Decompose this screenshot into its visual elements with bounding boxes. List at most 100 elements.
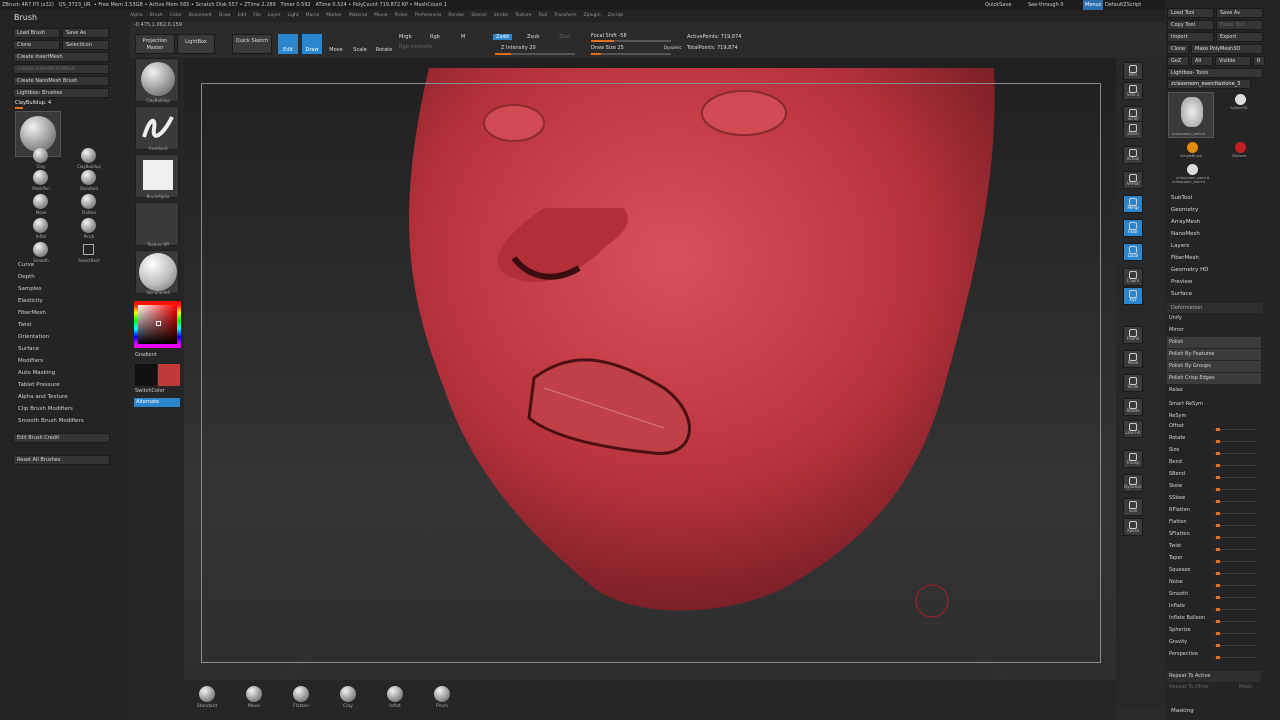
shelf-dynamic[interactable]: Dynamic <box>1123 474 1143 492</box>
draw-size-slider[interactable]: Draw Size 25 <box>591 45 624 51</box>
menu-render[interactable]: Render <box>448 13 464 18</box>
slider-knob[interactable] <box>1216 620 1220 623</box>
deform-slider-twist[interactable]: Twist <box>1167 541 1261 552</box>
menu-zplugin[interactable]: Zplugin <box>584 13 601 18</box>
dynamic-button[interactable]: Dynamic <box>664 45 682 50</box>
draw-size-track[interactable] <box>591 53 671 55</box>
section-depth[interactable]: Depth <box>18 274 35 280</box>
texture-tile[interactable]: Texture Off <box>135 202 179 247</box>
rgb-intensity-slider[interactable]: Rgb Intensity <box>399 44 432 50</box>
menu-texture[interactable]: Texture <box>515 13 531 18</box>
move-mode-button[interactable]: Move <box>326 34 346 54</box>
goz-all-button[interactable]: All <box>1191 56 1213 66</box>
default-zscript-button[interactable]: DefaultZScript <box>1105 0 1141 10</box>
shelf-transp[interactable]: Transp <box>1123 450 1143 468</box>
copy-tool-button[interactable]: Copy Tool <box>1167 20 1214 30</box>
section-tablet-pressure[interactable]: Tablet Pressure <box>18 382 60 388</box>
material-tile[interactable]: SkinShade4 <box>135 250 179 295</box>
brush-smooth[interactable]: Smooth <box>26 242 56 264</box>
select-icon-button[interactable]: SelectIcon <box>62 40 109 50</box>
tool-section-layers[interactable]: Layers <box>1171 243 1189 249</box>
section-orientation[interactable]: Orientation <box>18 334 49 340</box>
deform-slider-skew[interactable]: Skew <box>1167 481 1261 492</box>
menu-brush[interactable]: Brush <box>150 13 163 18</box>
clone-brush-button[interactable]: Clone <box>13 40 60 50</box>
switch-color-button[interactable]: SwitchColor <box>135 388 165 394</box>
deform-slider-noise[interactable]: Noise <box>1167 577 1261 588</box>
scale-mode-button[interactable]: Scale <box>350 34 370 54</box>
shelf-xyz[interactable]: Xyz <box>1123 287 1143 305</box>
deform-slider-offset[interactable]: Offset <box>1167 421 1261 432</box>
deform-slider-size[interactable]: Size <box>1167 445 1261 456</box>
save-tool-button[interactable]: Save As <box>1216 8 1263 18</box>
deform-slider-smooth[interactable]: Smooth <box>1167 589 1261 600</box>
paste-tool-button[interactable]: Paste Tool <box>1216 20 1263 30</box>
deform-slider-taper[interactable]: Taper <box>1167 553 1261 564</box>
deform-slider-inflate[interactable]: Inflate <box>1167 601 1261 612</box>
menu-tool[interactable]: Tool <box>538 13 547 18</box>
slider-knob[interactable] <box>1216 500 1220 503</box>
clone-tool-button[interactable]: Clone <box>1167 44 1189 54</box>
tool-section-arraymesh[interactable]: ArrayMesh <box>1171 219 1200 225</box>
deformation-header[interactable]: Deformation <box>1167 303 1263 313</box>
menu-macro[interactable]: Macro <box>306 13 320 18</box>
menu-movie[interactable]: Movie <box>374 13 387 18</box>
deform-slider-inflate-balloon[interactable]: Inflate Balloon <box>1167 613 1261 624</box>
deform-relax[interactable]: Relax <box>1167 385 1261 396</box>
import-button[interactable]: Import <box>1167 32 1214 42</box>
alternate-button[interactable]: Alternate <box>134 398 180 407</box>
menu-document[interactable]: Document <box>189 13 212 18</box>
shelf-zoom[interactable]: Zoom <box>1123 121 1143 139</box>
shelf-move[interactable]: Move <box>1123 350 1143 368</box>
menu-file[interactable]: File <box>253 13 261 18</box>
projection-master-button[interactable]: Projection Master <box>135 34 175 54</box>
section-twist[interactable]: Twist <box>18 322 32 328</box>
menu-layer[interactable]: Layer <box>268 13 281 18</box>
alpha-tile[interactable]: BrushAlpha <box>135 154 179 199</box>
slider-knob[interactable] <box>1216 572 1220 575</box>
deform-slider-rflatten[interactable]: RFlatten <box>1167 505 1261 516</box>
brush-claybuildup[interactable]: ClayBuildup <box>74 148 104 170</box>
slider-knob[interactable] <box>1216 548 1220 551</box>
slider-knob[interactable] <box>1216 608 1220 611</box>
bottom-brush-clay[interactable]: Clay <box>336 686 360 709</box>
tool-sphere3d[interactable]: Sphere3D <box>1218 92 1262 114</box>
repeat-to-other-button[interactable]: Repeat To Other Mesh <box>1167 682 1261 693</box>
focal-shift-track[interactable] <box>591 40 671 42</box>
shelf-solo[interactable]: Solo <box>1123 498 1143 516</box>
goz-visible-button[interactable]: Visible <box>1215 56 1251 66</box>
shelf-persp[interactable]: Persp <box>1123 195 1143 213</box>
slider-knob[interactable] <box>1216 476 1220 479</box>
section-samples[interactable]: Samples <box>18 286 42 292</box>
brush-clay[interactable]: Clay <box>26 148 56 170</box>
primary-color-swatch[interactable] <box>135 364 157 386</box>
repeat-to-active-button[interactable]: Repeat To Active <box>1167 671 1261 682</box>
deform-unify[interactable]: Unify <box>1167 313 1261 324</box>
menu-zscript[interactable]: Zscript <box>608 13 624 18</box>
brush-selectrect[interactable]: SelectRect <box>74 242 104 264</box>
deform-slider-gravity[interactable]: Gravity <box>1167 637 1261 648</box>
quick-sketch-button[interactable]: Quick Sketch <box>232 34 272 54</box>
focal-shift-slider[interactable]: Focal Shift -58 <box>591 33 627 39</box>
create-nanomesh-button[interactable]: Create NanoMesh Brush <box>13 76 109 86</box>
deform-slider-perspective[interactable]: Perspective <box>1167 649 1261 660</box>
shelf-l-sym[interactable]: L.Sym <box>1123 268 1143 286</box>
slider-knob[interactable] <box>1216 632 1220 635</box>
shelf-spix-3[interactable]: SPix 3 <box>1123 82 1143 100</box>
bottom-brush-move[interactable]: Move <box>242 686 266 709</box>
edit-mode-button[interactable]: Edit <box>278 34 298 54</box>
shelf-line-fill-polyf[interactable]: Line Fill PolyF <box>1123 420 1143 459</box>
z-intensity-track[interactable] <box>495 53 575 55</box>
menu-marker[interactable]: Marker <box>326 13 342 18</box>
canvas-viewport[interactable] <box>184 58 1116 680</box>
slider-knob[interactable] <box>1216 440 1220 443</box>
tool-section-preview[interactable]: Preview <box>1171 279 1192 285</box>
slider-knob[interactable] <box>1216 560 1220 563</box>
brush-maskpen[interactable]: MaskPen <box>26 170 56 192</box>
stroke-tile[interactable]: FreeHand <box>135 106 179 151</box>
menu-stroke[interactable]: Stroke <box>494 13 508 18</box>
deform-polish[interactable]: Polish <box>1167 337 1261 348</box>
shelf-aahalf[interactable]: AAHalf <box>1123 171 1143 189</box>
save-brush-button[interactable]: Save As <box>62 28 109 38</box>
export-button[interactable]: Export <box>1216 32 1263 42</box>
